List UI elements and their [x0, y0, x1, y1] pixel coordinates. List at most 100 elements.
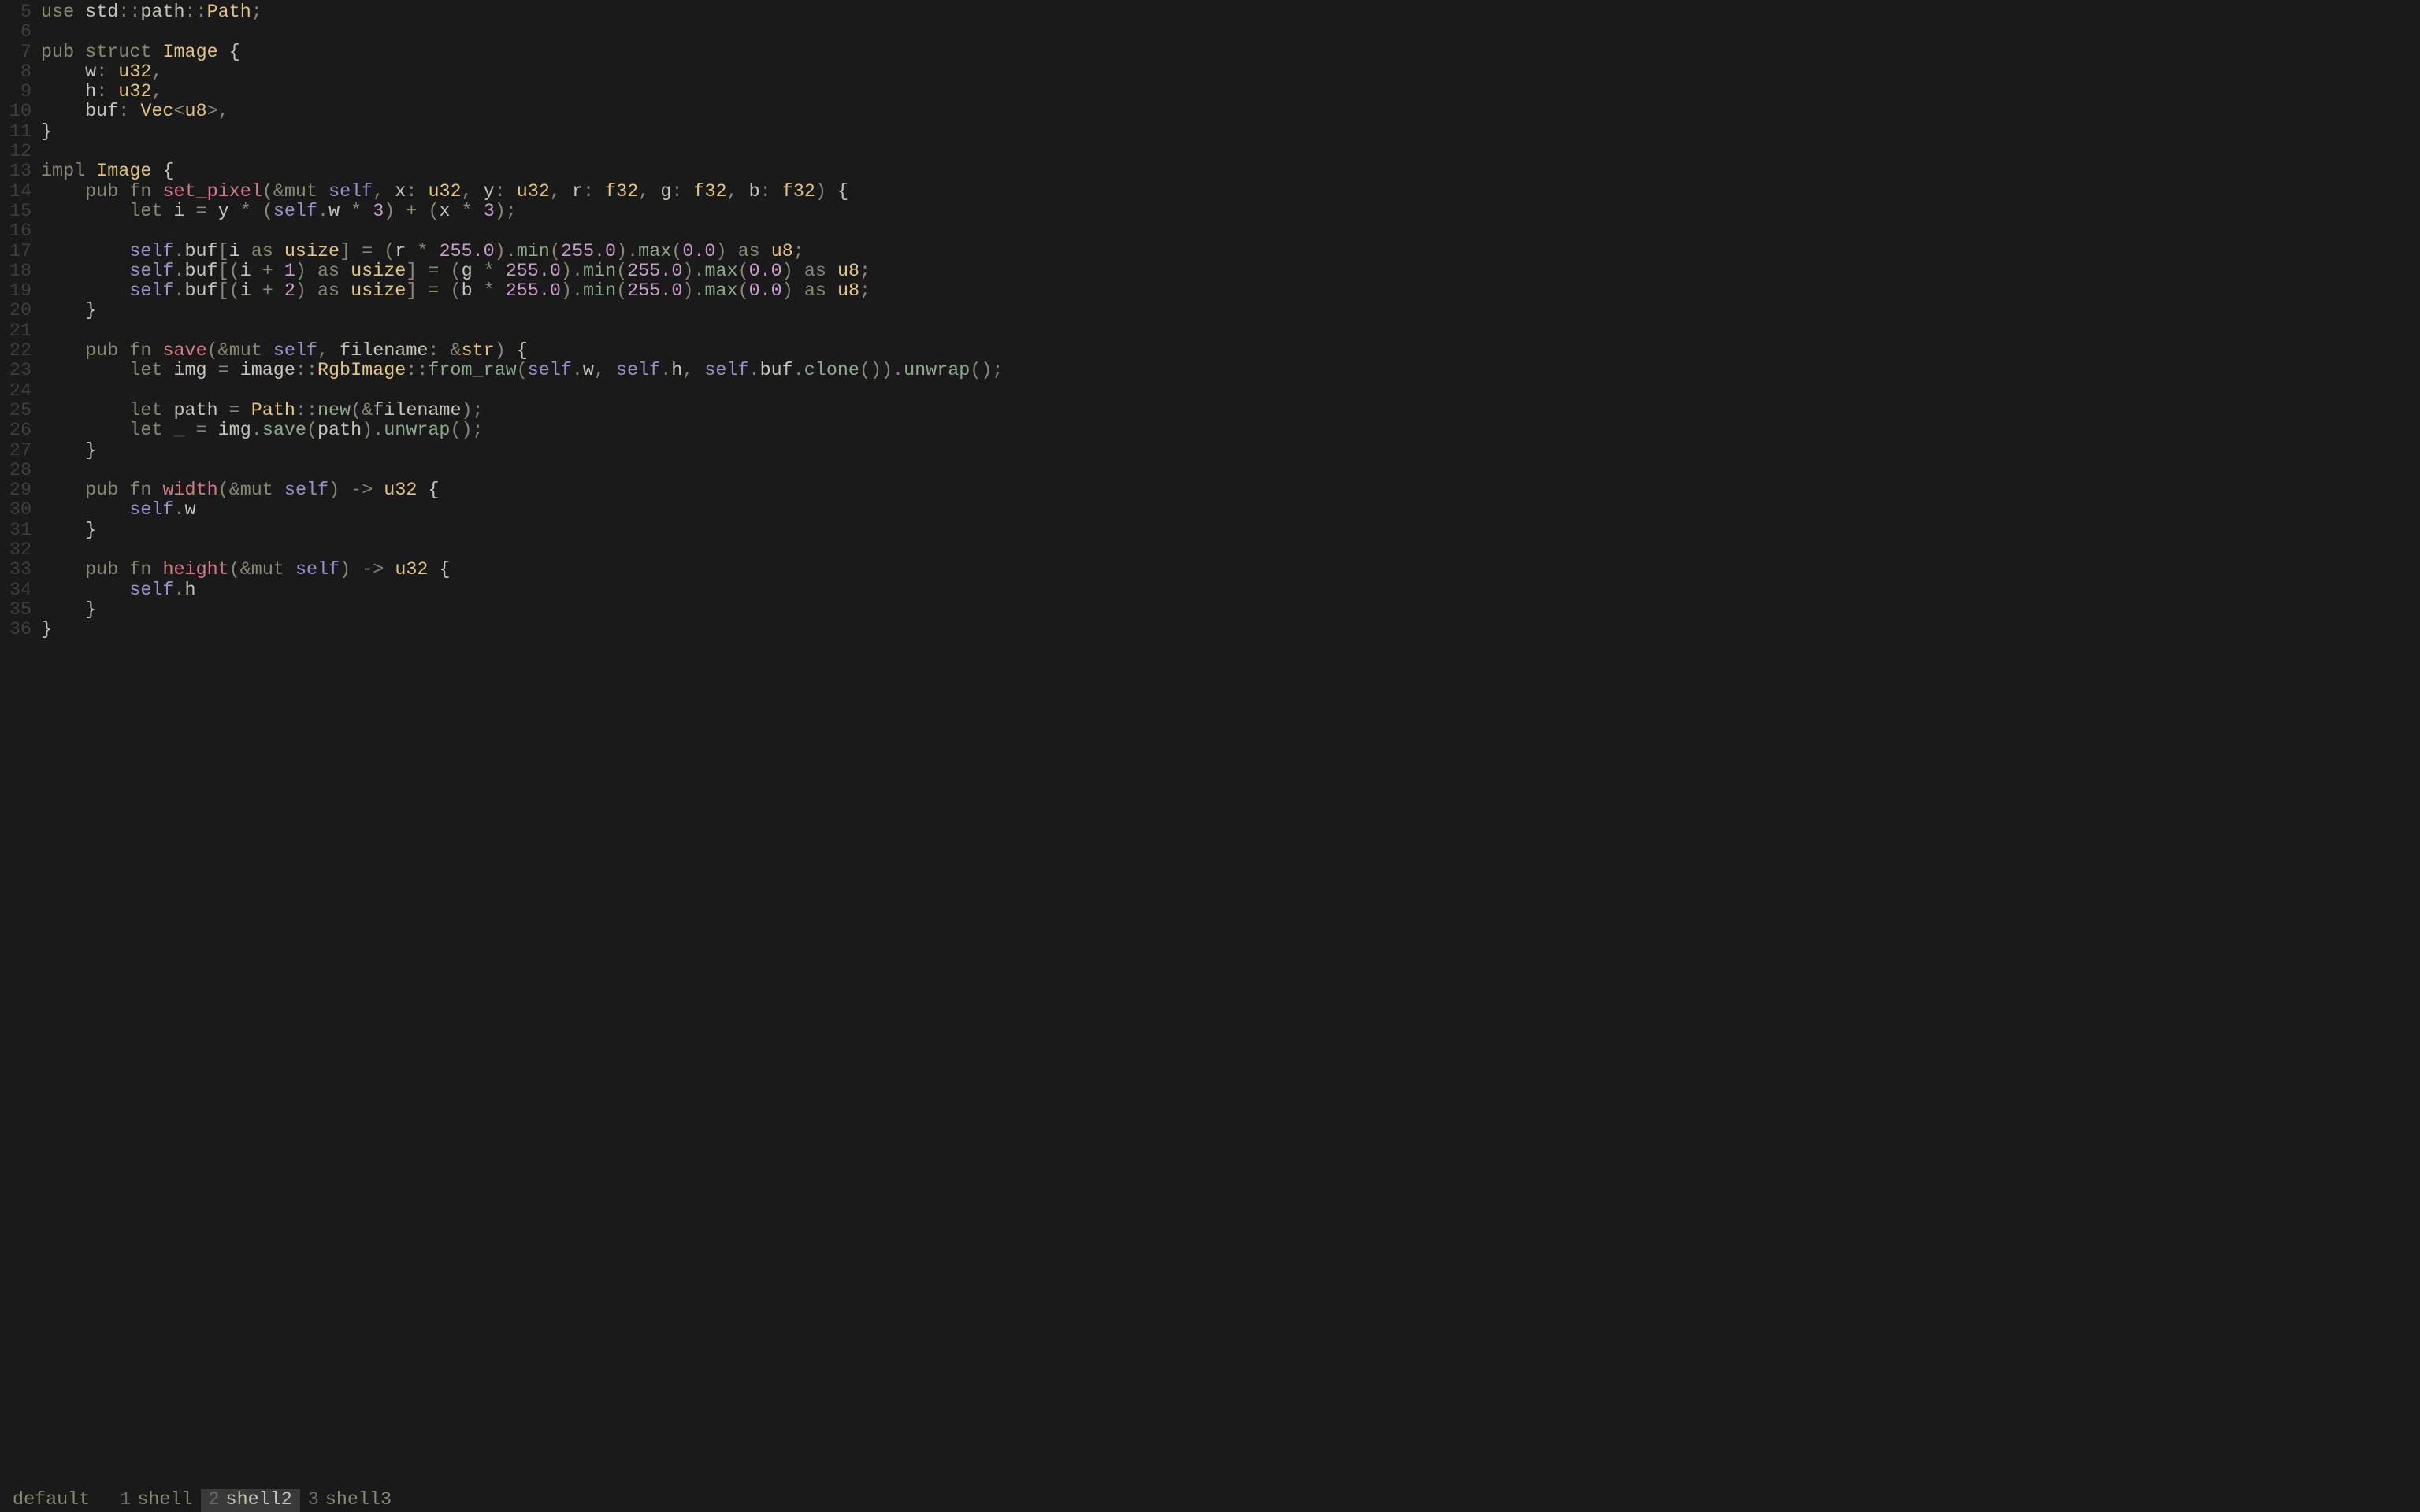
- code-content[interactable]: self.buf[i as usize] = (r * 255.0).min(2…: [35, 243, 2420, 262]
- code-content[interactable]: }: [35, 601, 2420, 621]
- code-content[interactable]: }: [35, 621, 2420, 640]
- code-line[interactable]: 20 }: [0, 302, 2420, 321]
- code-line[interactable]: 33 pub fn height(&mut self) -> u32 {: [0, 561, 2420, 580]
- code-content[interactable]: [35, 222, 2420, 242]
- line-number: 17: [0, 243, 35, 262]
- code-line[interactable]: 31 }: [0, 521, 2420, 541]
- window-index: 3: [308, 1491, 319, 1510]
- code-line[interactable]: 11}: [0, 123, 2420, 143]
- code-content[interactable]: pub fn width(&mut self) -> u32 {: [35, 481, 2420, 501]
- code-line[interactable]: 29 pub fn width(&mut self) -> u32 {: [0, 481, 2420, 501]
- code-content[interactable]: let _ = img.save(path).unwrap();: [35, 421, 2420, 441]
- tmux-window-tab[interactable]: 3shell3: [300, 1489, 399, 1512]
- code-line[interactable]: 21: [0, 322, 2420, 342]
- code-content[interactable]: impl Image {: [35, 162, 2420, 182]
- code-line[interactable]: 12: [0, 143, 2420, 162]
- tmux-window-tab[interactable]: 1 shell: [112, 1489, 200, 1512]
- line-number: 8: [0, 63, 35, 83]
- code-line[interactable]: 6: [0, 23, 2420, 43]
- line-number: 14: [0, 183, 35, 202]
- code-line[interactable]: 14 pub fn set_pixel(&mut self, x: u32, y…: [0, 183, 2420, 202]
- line-number: 11: [0, 123, 35, 143]
- line-number: 27: [0, 442, 35, 461]
- code-line[interactable]: 25 let path = Path::new(&filename);: [0, 402, 2420, 421]
- code-line[interactable]: 16: [0, 222, 2420, 242]
- code-content[interactable]: [35, 143, 2420, 162]
- code-line[interactable]: 15 let i = y * (self.w * 3) + (x * 3);: [0, 202, 2420, 222]
- code-line[interactable]: 18 self.buf[(i + 1) as usize] = (g * 255…: [0, 262, 2420, 282]
- code-content[interactable]: pub fn height(&mut self) -> u32 {: [35, 561, 2420, 580]
- code-content[interactable]: self.h: [35, 581, 2420, 601]
- code-line[interactable]: 32: [0, 541, 2420, 561]
- line-number: 24: [0, 382, 35, 402]
- code-editor[interactable]: 5use std::path::Path;67pub struct Image …: [0, 0, 2420, 1488]
- window-index: 1: [120, 1491, 131, 1510]
- code-line[interactable]: 27 }: [0, 442, 2420, 461]
- line-number: 29: [0, 481, 35, 501]
- code-line[interactable]: 8 w: u32,: [0, 63, 2420, 83]
- code-line[interactable]: 36}: [0, 621, 2420, 640]
- code-content[interactable]: [35, 382, 2420, 402]
- line-number: 18: [0, 262, 35, 282]
- code-line[interactable]: 34 self.h: [0, 581, 2420, 601]
- code-content[interactable]: pub struct Image {: [35, 43, 2420, 63]
- code-content[interactable]: }: [35, 302, 2420, 321]
- code-line[interactable]: 7pub struct Image {: [0, 43, 2420, 63]
- line-number: 30: [0, 501, 35, 521]
- code-content[interactable]: self.w: [35, 501, 2420, 521]
- code-content[interactable]: }: [35, 123, 2420, 143]
- code-content[interactable]: let path = Path::new(&filename);: [35, 402, 2420, 421]
- code-content[interactable]: [35, 322, 2420, 342]
- code-line[interactable]: 22 pub fn save(&mut self, filename: &str…: [0, 342, 2420, 361]
- code-line[interactable]: 24: [0, 382, 2420, 402]
- line-number: 35: [0, 601, 35, 621]
- line-number: 33: [0, 561, 35, 580]
- code-line[interactable]: 23 let img = image::RgbImage::from_raw(s…: [0, 361, 2420, 381]
- code-content[interactable]: [35, 541, 2420, 561]
- code-content[interactable]: w: u32,: [35, 63, 2420, 83]
- code-line[interactable]: 26 let _ = img.save(path).unwrap();: [0, 421, 2420, 441]
- line-number: 9: [0, 83, 35, 102]
- line-number: 34: [0, 581, 35, 601]
- code-content[interactable]: let i = y * (self.w * 3) + (x * 3);: [35, 202, 2420, 222]
- code-line[interactable]: 5use std::path::Path;: [0, 3, 2420, 23]
- code-content[interactable]: h: u32,: [35, 83, 2420, 102]
- line-number: 32: [0, 541, 35, 561]
- code-line[interactable]: 28: [0, 461, 2420, 481]
- line-number: 7: [0, 43, 35, 63]
- line-number: 6: [0, 23, 35, 43]
- code-content[interactable]: [35, 23, 2420, 43]
- code-content[interactable]: pub fn save(&mut self, filename: &str) {: [35, 342, 2420, 361]
- code-content[interactable]: let img = image::RgbImage::from_raw(self…: [35, 361, 2420, 381]
- code-content[interactable]: }: [35, 442, 2420, 461]
- window-index: 2: [209, 1491, 220, 1510]
- window-name: shell2: [226, 1491, 292, 1510]
- line-number: 13: [0, 162, 35, 182]
- line-number: 16: [0, 222, 35, 242]
- code-line[interactable]: 9 h: u32,: [0, 83, 2420, 102]
- line-number: 10: [0, 102, 35, 122]
- code-content[interactable]: use std::path::Path;: [35, 3, 2420, 23]
- code-line[interactable]: 10 buf: Vec<u8>,: [0, 102, 2420, 122]
- code-content[interactable]: pub fn set_pixel(&mut self, x: u32, y: u…: [35, 183, 2420, 202]
- window-name: shell: [137, 1491, 192, 1510]
- session-name: default: [13, 1491, 90, 1510]
- code-content[interactable]: buf: Vec<u8>,: [35, 102, 2420, 122]
- line-number: 21: [0, 322, 35, 342]
- code-line[interactable]: 30 self.w: [0, 501, 2420, 521]
- line-number: 5: [0, 3, 35, 23]
- code-line[interactable]: 17 self.buf[i as usize] = (r * 255.0).mi…: [0, 243, 2420, 262]
- code-line[interactable]: 35 }: [0, 601, 2420, 621]
- code-content[interactable]: }: [35, 521, 2420, 541]
- code-content[interactable]: self.buf[(i + 2) as usize] = (b * 255.0)…: [35, 282, 2420, 302]
- line-number: 12: [0, 143, 35, 162]
- code-line[interactable]: 13impl Image {: [0, 162, 2420, 182]
- line-number: 22: [0, 342, 35, 361]
- code-content[interactable]: self.buf[(i + 1) as usize] = (g * 255.0)…: [35, 262, 2420, 282]
- line-number: 26: [0, 421, 35, 441]
- line-number: 15: [0, 202, 35, 222]
- code-line[interactable]: 19 self.buf[(i + 2) as usize] = (b * 255…: [0, 282, 2420, 302]
- tmux-window-tab[interactable]: 2 shell2: [201, 1489, 300, 1512]
- line-number: 20: [0, 302, 35, 321]
- code-content[interactable]: [35, 461, 2420, 481]
